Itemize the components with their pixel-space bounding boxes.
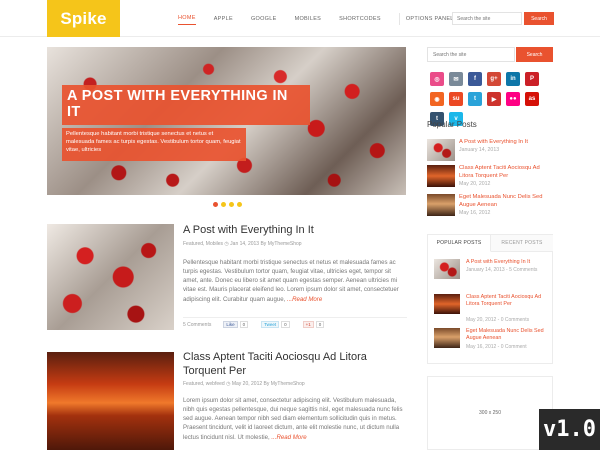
main-nav: HOME APPLE GOOGLE MOBILES SHORTCODES OPT… (178, 0, 479, 37)
site-logo[interactable]: Spike (47, 0, 120, 37)
tab-post-thumbnail[interactable] (434, 259, 460, 279)
like-count: 0 (239, 321, 249, 328)
tab-post-date: May 20, 2012 - 0 Comments (466, 317, 530, 323)
stumbleupon-icon[interactable]: su (449, 92, 463, 106)
tab-post-thumbnail[interactable] (434, 294, 460, 314)
popular-post-date: May 20, 2012 (459, 181, 491, 187)
comments-link[interactable]: 5 Comments (183, 322, 211, 328)
tab-post-title[interactable]: Class Aptent Taciti Aociosqu Ad Litora T… (466, 294, 550, 309)
share-row: 5 Comments Like 0 Tweet 0 +1 0 (183, 317, 407, 329)
tabbed-widget: POPULAR POSTS RECENT POSTS A Post with E… (427, 234, 553, 364)
tab-post-item[interactable]: A Post with Everything In It January 14,… (434, 259, 550, 281)
dribbble-icon[interactable]: ◎ (430, 72, 444, 86)
plus-one-button[interactable]: +1 (302, 321, 314, 328)
mail-icon[interactable]: ✉ (449, 72, 463, 86)
tab-post-title[interactable]: Eget Malesuada Nunc Delis Sed Augue Aene… (466, 328, 550, 343)
slide-excerpt: Pellentesque habitant morbi tristique se… (66, 131, 241, 153)
popular-post-thumbnail[interactable] (427, 194, 455, 216)
sidebar-search-button[interactable]: Search (516, 47, 553, 62)
slider-dot[interactable] (221, 202, 226, 207)
post-excerpt: Pellentesque habitant morbi tristique se… (183, 258, 407, 304)
tab-post-date: January 14, 2013 - 5 Comments (466, 267, 538, 273)
tab-recent-posts[interactable]: RECENT POSTS (491, 235, 553, 252)
popular-post-title[interactable]: A Post with Everything In It (459, 139, 553, 147)
flickr-icon[interactable]: ●● (506, 92, 520, 106)
popular-post-date: May 16, 2012 (459, 210, 491, 216)
lastfm-icon[interactable]: as (525, 92, 539, 106)
version-badge: v1.0 (539, 409, 600, 450)
plus-one-count: 0 (315, 321, 325, 328)
youtube-icon[interactable]: ▶ (487, 92, 501, 106)
tab-post-thumbnail[interactable] (434, 328, 460, 348)
rss-icon[interactable]: ◉ (430, 92, 444, 106)
nav-google[interactable]: GOOGLE (251, 13, 277, 25)
slider-dot[interactable] (229, 202, 234, 207)
popular-post-item[interactable]: A Post with Everything In It January 14,… (427, 139, 553, 161)
popular-post-thumbnail[interactable] (427, 139, 455, 161)
nav-apple[interactable]: APPLE (214, 13, 233, 25)
linkedin-icon[interactable]: in (506, 72, 520, 86)
nav-mobiles[interactable]: MOBILES (295, 13, 322, 25)
social-icons: ◎ ✉ f g+ in P ◉ su t ▶ ●● as t v (430, 72, 556, 126)
popular-posts-title: Popular Posts (427, 120, 477, 129)
header-search-button[interactable]: Search (524, 12, 554, 25)
popular-post-thumbnail[interactable] (427, 165, 455, 187)
popular-post-item[interactable]: Class Aptent Taciti Aociosqu Ad Litora T… (427, 165, 553, 187)
site-header: Spike HOME APPLE GOOGLE MOBILES SHORTCOD… (0, 0, 600, 37)
twitter-icon[interactable]: t (468, 92, 482, 106)
logo-text: Spike (60, 8, 107, 28)
googleplus-icon[interactable]: g+ (487, 72, 501, 86)
read-more-link[interactable]: ...Read More (285, 296, 322, 303)
post-thumbnail[interactable] (47, 352, 174, 450)
post-thumbnail[interactable] (47, 224, 174, 330)
tab-popular-posts[interactable]: POPULAR POSTS (428, 235, 491, 252)
slide-title-box[interactable]: A POST WITH EVERYTHING IN IT (62, 85, 310, 125)
slide-excerpt-box: Pellentesque habitant morbi tristique se… (62, 128, 246, 161)
slider-dot[interactable] (237, 202, 242, 207)
post-excerpt: Lorem ipsum dolor sit amet, consectetur … (183, 396, 407, 442)
tweet-button[interactable]: Tweet (261, 321, 280, 328)
facebook-icon[interactable]: f (468, 72, 482, 86)
tweet-count: 0 (281, 321, 290, 328)
facebook-like-button[interactable]: Like (223, 321, 238, 328)
ad-placeholder[interactable]: 300 x 250 (427, 376, 553, 450)
nav-home[interactable]: HOME (178, 12, 196, 25)
tab-post-item[interactable]: Class Aptent Taciti Aociosqu Ad Litora T… (434, 294, 550, 323)
pinterest-icon[interactable]: P (525, 72, 539, 86)
tab-post-item[interactable]: Eget Malesuada Nunc Delis Sed Augue Aene… (434, 328, 550, 350)
slider-pagination (213, 202, 242, 207)
popular-post-date: January 14, 2013 (459, 147, 500, 153)
slide-title[interactable]: A POST WITH EVERYTHING IN IT (67, 88, 305, 121)
slider-dot[interactable] (213, 202, 218, 207)
post-meta: Featured, Mobiles ◷ Jan 14, 2013 By MyTh… (183, 241, 302, 247)
post-title[interactable]: Class Aptent Taciti Aociosqu Ad Litora T… (183, 351, 411, 379)
header-search-input[interactable] (452, 12, 522, 25)
tab-post-date: May 16, 2012 - 0 Comment (466, 344, 527, 350)
nav-shortcodes[interactable]: SHORTCODES (339, 13, 381, 25)
ad-size-label: 300 x 250 (479, 410, 501, 416)
sidebar-search-input[interactable] (427, 47, 515, 62)
post-title[interactable]: A Post with Everything In It (183, 224, 407, 238)
popular-post-title[interactable]: Class Aptent Taciti Aociosqu Ad Litora T… (459, 165, 553, 181)
tab-post-title[interactable]: A Post with Everything In It (466, 259, 550, 266)
popular-post-item[interactable]: Eget Malesuada Nunc Delis Sed Augue Aene… (427, 194, 553, 216)
read-more-link[interactable]: ...Read More (270, 434, 306, 441)
post-meta: Featured, webfeed ◷ May 20, 2012 By MyTh… (183, 381, 305, 387)
popular-post-title[interactable]: Eget Malesuada Nunc Delis Sed Augue Aene… (459, 194, 553, 210)
